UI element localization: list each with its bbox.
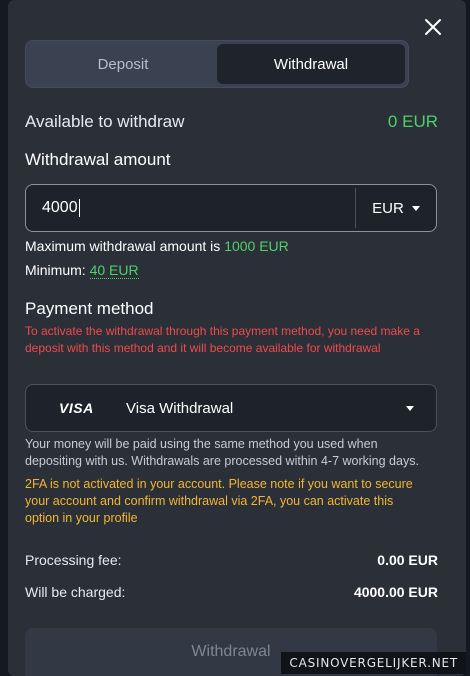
processing-fee-label: Processing fee: (25, 552, 122, 568)
available-value: 0 EUR (387, 112, 438, 131)
payment-method-value: Visa Withdrawal (126, 399, 234, 417)
amount-input[interactable]: 4000 (26, 185, 355, 231)
twofa-warning: 2FA is not activated in your account. Pl… (25, 477, 413, 525)
processing-fee-value: 0.00 EUR (377, 552, 438, 568)
payment-method-select[interactable]: VISA Visa Withdrawal (25, 384, 437, 432)
chevron-down-icon (411, 205, 420, 211)
amount-field-group: 4000 EUR (25, 184, 437, 232)
payment-method-label: Payment method (25, 299, 154, 318)
will-be-charged-value: 4000.00 EUR (353, 584, 438, 600)
withdrawal-modal: Deposit Withdrawal Available to withdraw… (8, 0, 466, 676)
max-amount-note: Maximum withdrawal amount is 1000 EUR (25, 238, 289, 254)
min-amount-note: Minimum: 40 EUR (25, 262, 139, 279)
min-amount-prefix: Minimum: (25, 262, 86, 278)
amount-input-value: 4000 (42, 199, 78, 216)
min-amount-value[interactable]: 40 EUR (89, 262, 139, 279)
currency-select[interactable]: EUR (356, 185, 436, 231)
text-caret (78, 199, 80, 217)
withdrawal-amount-label: Withdrawal amount (25, 150, 171, 169)
max-amount-prefix: Maximum withdrawal amount is (25, 238, 221, 254)
watermark: CASINOVERGELIJKER.NET (281, 652, 466, 674)
max-amount-value: 1000 EUR (224, 238, 289, 254)
currency-value: EUR (372, 199, 404, 217)
chevron-down-icon (406, 405, 414, 411)
payment-info-text: Your money will be paid using the same m… (25, 437, 419, 468)
tab-deposit[interactable]: Deposit (29, 44, 217, 84)
visa-logo: VISA (59, 400, 94, 416)
close-icon[interactable] (422, 16, 444, 38)
will-be-charged-label: Will be charged: (25, 584, 126, 600)
tab-withdrawal[interactable]: Withdrawal (217, 44, 405, 84)
tab-bar: Deposit Withdrawal (25, 40, 409, 88)
available-label: Available to withdraw (25, 112, 185, 131)
payment-method-warning: To activate the withdrawal through this … (25, 324, 420, 355)
